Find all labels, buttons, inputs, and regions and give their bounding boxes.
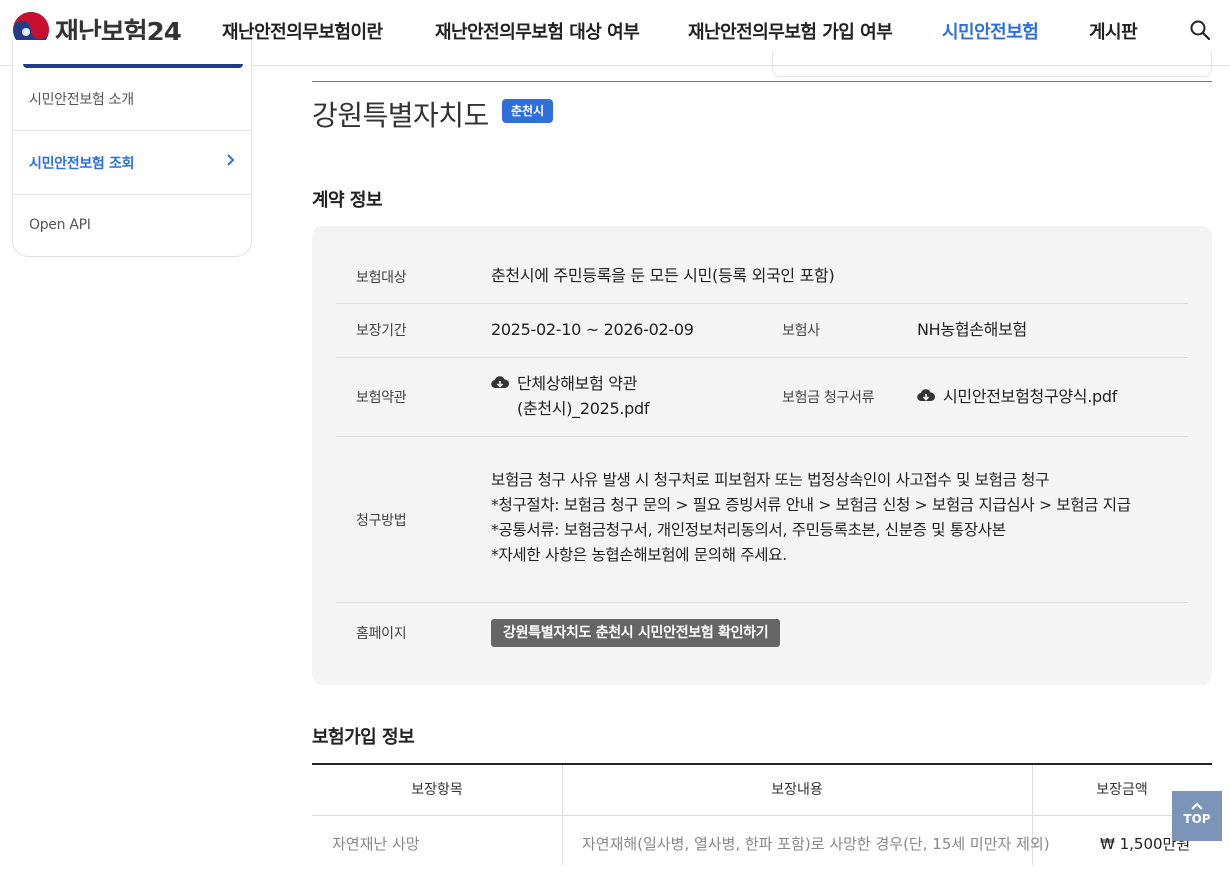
cell-content: 자연재해(일사병, 열사병, 한파 포함)로 사망한 경우(단, 15세 미만자… xyxy=(582,835,1050,853)
cloud-download-icon xyxy=(491,376,509,389)
homepage-label: 홈페이지 xyxy=(356,626,407,642)
claim-line: 보험금 청구 사유 발생 시 청구처로 피보험자 또는 법정상속인이 사고접수 … xyxy=(491,471,1050,489)
search-panel-edge xyxy=(772,50,1212,77)
claim-line: *청구절차: 보험금 청구 문의 > 필요 증빙서류 안내 > 보험금 신청 >… xyxy=(491,496,1131,514)
insurer-label: 보험사 xyxy=(782,323,820,339)
divider xyxy=(312,81,1212,82)
cell-item: 자연재난 사망 xyxy=(332,835,420,853)
row-claim-method: 청구방법 보험금 청구 사유 발생 시 청구처로 피보험자 또는 법정상속인이 … xyxy=(336,437,1188,603)
claim-line: *공통서류: 보험금청구서, 개인정보처리동의서, 주민등록초본, 신분증 및 … xyxy=(491,521,1006,539)
top-label: TOP xyxy=(1183,812,1211,826)
terms-label: 보험약관 xyxy=(356,390,407,406)
column-header-item: 보장항목 xyxy=(312,765,562,816)
claim-docs-file: 시민안전보험청구양식.pdf xyxy=(943,387,1118,406)
terms-file-line1: 단체상해보험 약관 xyxy=(517,374,638,393)
contract-section-title: 계약 정보 xyxy=(312,190,383,211)
claim-line: *자세한 사항은 농협손해보험에 문의해 주세요. xyxy=(491,546,787,564)
row-documents: 보험약관 단체상해보험 약관 (춘천시)_2025.pdf 보험금 청구서류 시… xyxy=(336,358,1188,437)
sidebar: 시민안전보험 소개 시민안전보험 조회 Open API xyxy=(12,40,252,257)
nav-item-board[interactable]: 게시판 xyxy=(1089,18,1138,44)
enrollment-section-title: 보험가입 정보 xyxy=(312,727,415,748)
scroll-top-button[interactable]: TOP xyxy=(1172,791,1222,841)
terms-file-line2: (춘천시)_2025.pdf xyxy=(517,399,650,418)
target-label: 보험대상 xyxy=(356,270,407,286)
sidebar-item-label: 시민안전보험 조회 xyxy=(29,156,135,172)
row-target: 보험대상 춘천시에 주민등록을 둔 모든 시민(등록 외국인 포함) xyxy=(336,226,1188,304)
row-homepage: 홈페이지 강원특별자치도 춘천시 시민안전보험 확인하기 xyxy=(336,603,1188,663)
nav-item-citizen-insurance[interactable]: 시민안전보험 xyxy=(942,18,1039,44)
chevron-right-icon xyxy=(227,154,235,166)
nav-item-enrollment-check[interactable]: 재난안전의무보험 가입 여부 xyxy=(688,18,893,44)
claim-description: 보험금 청구 사유 발생 시 청구처로 피보험자 또는 법정상속인이 사고접수 … xyxy=(491,468,1131,568)
row-period: 보장기간 2025-02-10 ~ 2026-02-09 보험사 NH농협손해보… xyxy=(336,304,1188,358)
insurer-value: NH농협손해보험 xyxy=(917,320,1027,339)
homepage-button[interactable]: 강원특별자치도 춘천시 시민안전보험 확인하기 xyxy=(491,619,781,647)
terms-download-link[interactable]: 단체상해보험 약관 (춘천시)_2025.pdf xyxy=(491,371,650,421)
city-badge: 춘천시 xyxy=(502,99,554,123)
sidebar-item-intro[interactable]: 시민안전보험 소개 xyxy=(13,66,251,131)
region-title: 강원특별자치도 xyxy=(312,99,489,132)
chevron-up-icon xyxy=(1191,802,1203,810)
sidebar-item-lookup[interactable]: 시민안전보험 조회 xyxy=(13,130,251,195)
coverage-table: 보장항목 보장내용 보장금액 자연재난 사망 자연재해(일사병, 열사병, 한파… xyxy=(312,763,1212,865)
sidebar-item-label: 시민안전보험 소개 xyxy=(29,92,134,108)
period-value: 2025-02-10 ~ 2026-02-09 xyxy=(491,320,694,339)
claim-docs-label: 보험금 청구서류 xyxy=(782,390,875,406)
claim-docs-download-link[interactable]: 시민안전보험청구양식.pdf xyxy=(917,384,1117,409)
target-value: 춘천시에 주민등록을 둔 모든 시민(등록 외국인 포함) xyxy=(491,266,835,285)
cloud-download-icon xyxy=(917,389,935,402)
nav-item-target-check[interactable]: 재난안전의무보험 대상 여부 xyxy=(435,18,640,44)
sidebar-item-open-api[interactable]: Open API xyxy=(13,194,251,258)
sidebar-item-label: Open API xyxy=(29,217,91,233)
search-icon[interactable] xyxy=(1189,19,1211,41)
column-header-content: 보장내용 xyxy=(562,765,1032,816)
period-label: 보장기간 xyxy=(356,323,407,339)
claim-label: 청구방법 xyxy=(356,513,407,529)
column-divider xyxy=(562,765,563,865)
contract-info-box: 보험대상 춘천시에 주민등록을 둔 모든 시민(등록 외국인 포함) 보장기간 … xyxy=(312,226,1212,685)
